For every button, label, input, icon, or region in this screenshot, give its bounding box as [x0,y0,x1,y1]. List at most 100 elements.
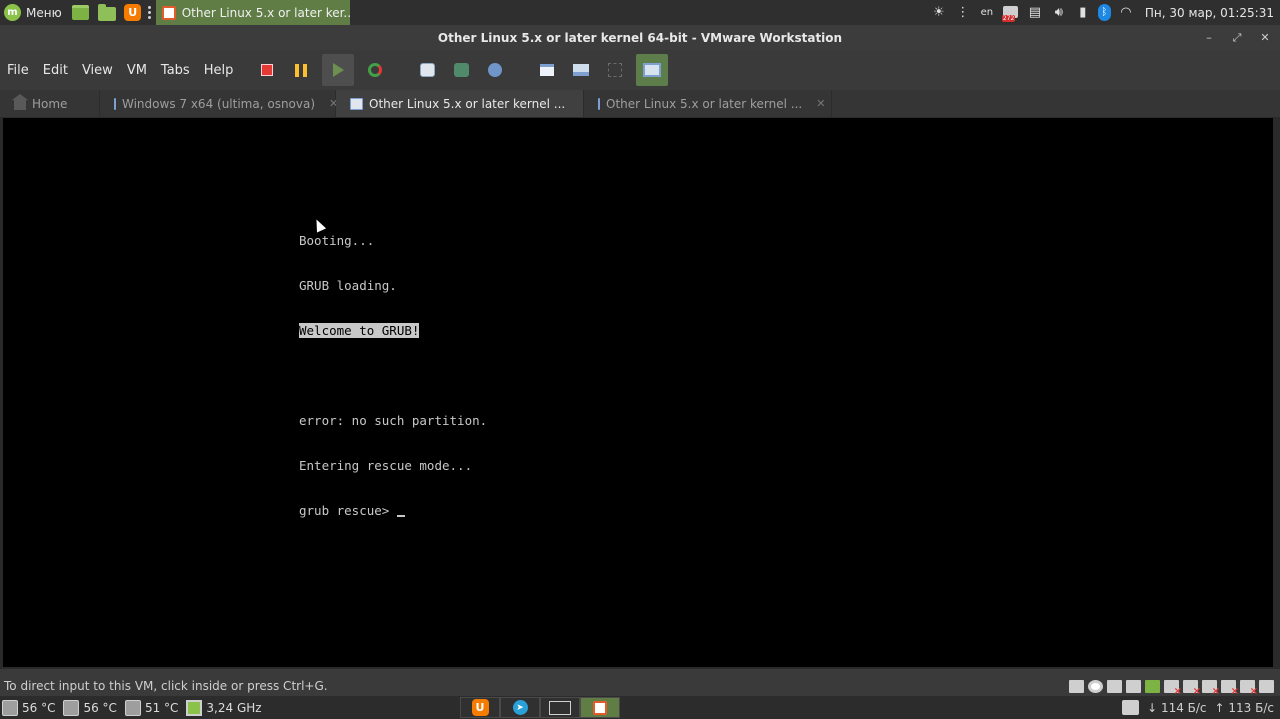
console-view-button[interactable] [636,54,669,86]
tab-close-icon[interactable]: ✕ [816,97,825,110]
vm-console[interactable]: Booting... GRUB loading. Welcome to GRUB… [3,118,1273,667]
network-adapter-icon[interactable] [1126,679,1141,693]
minimize-button[interactable]: – [1202,31,1216,45]
panel-separator-icon [147,3,154,23]
temp-value: 56 °C [22,700,56,715]
sound-card-disconnected-icon[interactable] [1183,679,1201,697]
power-on-button[interactable] [322,54,355,86]
usb-icon[interactable] [1145,679,1160,693]
temp-sensor-2[interactable]: 56 °C [61,699,117,716]
taskbar-app-blank[interactable] [540,697,580,718]
hard-disk-icon[interactable] [1069,679,1084,693]
sensor-icon [63,699,80,716]
status-message: To direct input to this VM, click inside… [4,679,328,693]
tab-label: Home [32,96,68,111]
snapshot-manager-button[interactable] [482,57,508,83]
usb-device-disconnected-icon[interactable] [1202,679,1220,697]
power-off-button[interactable] [254,57,280,83]
bluetooth-disconnected-icon[interactable] [1240,679,1258,697]
stop-icon [261,64,274,76]
console-view-icon [643,63,662,77]
taskbar-app-telegram[interactable]: ➤ [500,697,540,718]
window-title: Other Linux 5.x or later kernel 64-bit -… [437,30,843,45]
vmware-icon [161,5,176,20]
sensor-icon [2,699,18,716]
window-title-bar[interactable]: Other Linux 5.x or later kernel 64-bit -… [0,25,1280,50]
temp-sensor-1[interactable]: 56 °C [0,699,56,716]
camera-disconnected-icon[interactable] [1221,679,1239,697]
console-line: Booting... [299,233,375,248]
menu-button[interactable]: m Меню [0,0,68,25]
status-bar: To direct input to this VM, click inside… [0,676,1280,697]
tab-label: Windows 7 x64 (ultima, osnova) [122,96,316,111]
tab-home[interactable]: Home [0,90,100,117]
tab-windows-7[interactable]: Windows 7 x64 (ultima, osnova) ✕ [100,90,338,117]
cpu-frequency[interactable]: 3,24 GHz [184,699,262,716]
text-cursor-icon [396,515,405,517]
menu-help[interactable]: Help [197,63,241,78]
console-prompt: grub rescue> [299,503,397,518]
console-line: GRUB loading. [299,278,397,293]
files-icon [97,3,116,21]
dots-icon[interactable]: ⋮ [954,4,972,22]
network-speed-icon[interactable] [1122,700,1140,715]
close-button[interactable]: ✕ [1258,31,1272,45]
vm-icon [598,97,600,110]
menu-file[interactable]: File [0,63,36,78]
top-panel: m Меню U Other Linux 5.x or later ker...… [0,0,1280,25]
launcher-files[interactable] [96,3,118,23]
wifi-icon[interactable]: ◠ [1117,4,1135,22]
show-thumbnail-bar-button[interactable] [568,57,594,83]
messages-icon[interactable] [1259,679,1274,693]
keyboard-layout[interactable]: en [978,4,996,22]
full-screen-button[interactable] [602,57,628,83]
taskbar-app-software[interactable]: U [460,697,500,718]
temp-value: 51 °C [144,700,179,715]
menu-label: Меню [26,5,62,20]
revert-snapshot-button[interactable] [448,57,474,83]
maximize-button[interactable]: ⤢ [1230,31,1244,45]
suspend-button[interactable] [288,57,314,83]
brightness-icon[interactable]: ☀ [930,4,948,22]
menu-vm[interactable]: VM [120,63,154,78]
sensor-icon [124,699,141,716]
terminal-icon [72,5,90,20]
taskbar: U ➤ [460,696,620,719]
taskbar-window-vmware[interactable]: Other Linux 5.x or later ker... [155,0,350,25]
temp-sensor-3[interactable]: 51 °C [123,699,179,716]
telegram-icon: ➤ [512,700,528,715]
net-upload: ↑ 113 Б/с [1214,700,1274,715]
clipboard-icon[interactable]: ▮ [1074,4,1092,22]
console-line: Entering rescue mode... [299,458,473,473]
launcher-terminal[interactable] [70,3,92,23]
display-icon[interactable] [1107,679,1122,693]
show-library-button[interactable] [534,57,560,83]
cd-dvd-icon[interactable] [1088,679,1103,693]
menu-view[interactable]: View [75,63,120,78]
home-icon [12,94,28,110]
tab-other-linux-active[interactable]: Other Linux 5.x or later kernel ... [336,90,584,117]
vm-icon [350,97,363,110]
tab-bar: Home Windows 7 x64 (ultima, osnova) ✕ Ot… [0,90,1280,117]
menu-tabs[interactable]: Tabs [154,63,197,78]
printer-disconnected-icon[interactable] [1164,679,1182,697]
network-manager-icon[interactable]: ▤ [1026,4,1044,22]
clock[interactable]: Пн, 30 мар, 01:25:31 [1145,6,1274,20]
ubuntu-software-icon: U [124,4,142,21]
reset-button[interactable] [362,57,388,83]
toolbar: File Edit View VM Tabs Help [0,50,1280,90]
bluetooth-icon[interactable]: ᛒ [1097,4,1111,21]
update-manager-icon[interactable]: 272 [1001,4,1020,22]
full-screen-icon [608,63,623,77]
tab-other-linux-2[interactable]: Other Linux 5.x or later kernel ... ✕ [584,90,832,117]
take-snapshot-button[interactable] [414,57,440,83]
taskbar-app-vmware[interactable] [580,697,620,718]
console-line: error: no such partition. [299,413,488,428]
revert-snapshot-icon [453,63,469,77]
snapshot-manager-icon [488,63,503,77]
cpu-freq-value: 3,24 GHz [206,700,262,715]
volume-icon[interactable]: 🔊︎ [1050,4,1068,22]
menu-edit[interactable]: Edit [36,63,75,78]
launcher-software[interactable]: U [122,3,144,23]
